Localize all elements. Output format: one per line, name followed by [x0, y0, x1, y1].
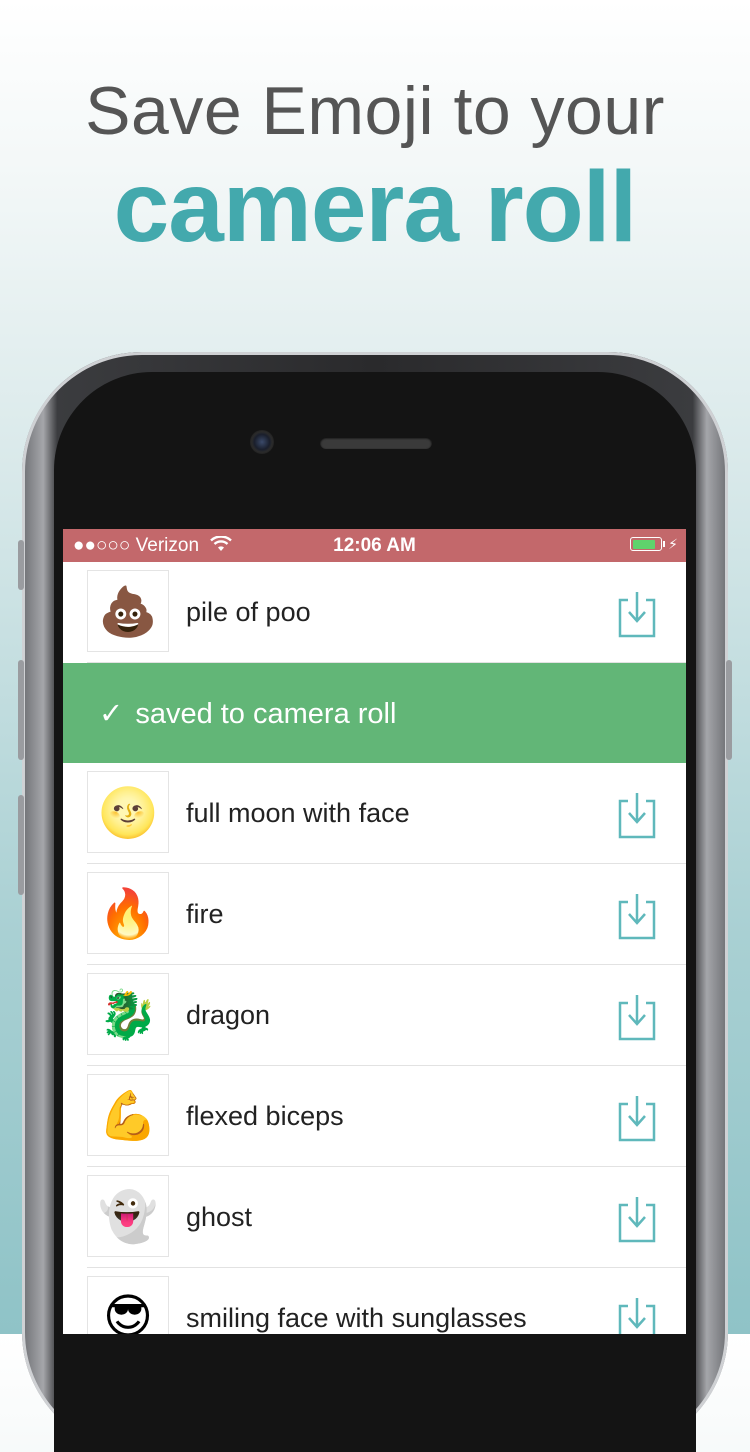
status-time: 12:06 AM — [333, 535, 416, 556]
phone-screen: ●●○○○ Verizon 12:06 AM ⚡︎ 💩 pile of poo … — [63, 529, 686, 1334]
status-bar: ●●○○○ Verizon 12:06 AM ⚡︎ — [63, 529, 686, 562]
emoji-list: 💩 pile of poo ✓ saved to camera roll 🌝 fu… — [63, 562, 686, 1334]
emoji-name: smiling face with sunglasses — [186, 1303, 527, 1333]
saved-toast: ✓ saved to camera roll — [63, 663, 686, 763]
emoji-name: fire — [186, 899, 224, 929]
emoji-name: pile of poo — [186, 597, 311, 627]
front-camera — [250, 430, 274, 454]
download-icon[interactable] — [618, 1195, 656, 1243]
list-item[interactable]: 🌝 full moon with face — [87, 763, 686, 864]
emoji-name: flexed biceps — [186, 1101, 344, 1131]
battery-indicator: ⚡︎ — [630, 537, 678, 551]
download-icon[interactable] — [618, 1094, 656, 1142]
emoji-thumbnail: 💩 — [87, 570, 169, 652]
emoji-thumbnail: 🐉 — [87, 973, 169, 1055]
emoji-name: full moon with face — [186, 798, 410, 828]
saved-toast-text: saved to camera roll — [135, 698, 397, 730]
emoji-thumbnail: 👻 — [87, 1175, 169, 1257]
earpiece-speaker — [320, 437, 432, 449]
headline-line-1: Save Emoji to your — [85, 73, 665, 149]
emoji-thumbnail: 😎 — [87, 1276, 169, 1334]
headline-line-2: camera roll — [113, 151, 638, 263]
charging-bolt-icon: ⚡︎ — [668, 536, 678, 552]
volume-up-button — [18, 660, 24, 760]
emoji-thumbnail: 🌝 — [87, 771, 169, 853]
download-icon[interactable] — [618, 1296, 656, 1334]
list-item[interactable]: 👻 ghost — [87, 1167, 686, 1268]
list-item[interactable]: 😎 smiling face with sunglasses — [87, 1268, 686, 1334]
battery-icon — [630, 537, 663, 551]
power-button — [726, 660, 732, 760]
emoji-name: dragon — [186, 1000, 271, 1030]
download-icon[interactable] — [618, 993, 656, 1041]
checkmark-icon: ✓ — [99, 696, 124, 730]
list-item[interactable]: 🔥 fire — [87, 864, 686, 965]
emoji-thumbnail: 🔥 — [87, 872, 169, 954]
list-item[interactable]: 💩 pile of poo — [87, 562, 686, 663]
list-item[interactable]: 💪 flexed biceps — [87, 1066, 686, 1167]
list-item[interactable]: 🐉 dragon — [87, 965, 686, 1066]
emoji-thumbnail: 💪 — [87, 1074, 169, 1156]
emoji-name: ghost — [186, 1202, 253, 1232]
download-icon[interactable] — [618, 590, 656, 638]
download-icon[interactable] — [618, 892, 656, 940]
download-icon[interactable] — [618, 791, 656, 839]
volume-down-button — [18, 795, 24, 895]
mute-switch — [18, 540, 24, 590]
